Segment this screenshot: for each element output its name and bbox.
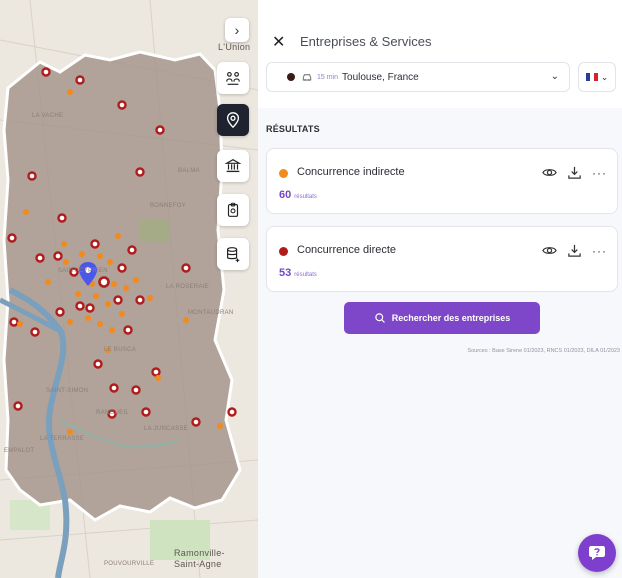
france-flag-icon — [585, 73, 598, 81]
result-card-direct[interactable]: Concurrence directe 53 résultats ··· — [266, 226, 618, 292]
map-label-la-terrasse: LA TERRASSE — [40, 436, 85, 442]
sources-note: Sources : Base Sirene 01/2023, RNCS 01/2… — [467, 348, 620, 354]
search-button-label: Rechercher des entreprises — [391, 313, 511, 323]
results-heading: RÉSULTATS — [266, 124, 320, 134]
eye-icon[interactable] — [542, 243, 557, 258]
database-add-icon — [227, 247, 240, 263]
map-label-bonnefoy: BONNEFOY — [150, 203, 187, 209]
eye-icon[interactable] — [542, 165, 557, 180]
search-companies-button[interactable]: Rechercher des entreprises — [344, 302, 540, 334]
location-city: Toulouse, France — [342, 71, 419, 83]
result-count: 53 résultats — [279, 267, 317, 279]
location-tool-button[interactable] — [217, 104, 249, 136]
map-label-pouvourville: POUVOURVILLE — [104, 561, 155, 567]
map-label-empalot: EMPALOT — [4, 448, 35, 454]
map-pin-icon — [226, 112, 240, 129]
result-actions: ··· — [542, 165, 607, 180]
clipboard-tool-button[interactable] — [217, 194, 249, 226]
map-label-lunion: L'Union — [218, 42, 251, 52]
car-icon — [302, 74, 312, 81]
map-label-la-roseraie: LA ROSERAIE — [166, 284, 209, 290]
travel-time: 15 min — [317, 73, 339, 81]
more-options-icon[interactable]: ··· — [592, 166, 607, 180]
collapse-map-button[interactable]: › — [225, 18, 249, 42]
result-title: Concurrence indirecte — [297, 166, 405, 178]
download-icon[interactable] — [567, 165, 582, 180]
chevron-down-icon: ⌄ — [550, 71, 559, 82]
result-actions: ··· — [542, 243, 607, 258]
chat-icon — [589, 546, 605, 560]
map-label-la-juncasse: LA JUNCASSE — [144, 426, 188, 432]
institution-tool-button[interactable] — [217, 150, 249, 182]
population-tool-button[interactable] — [217, 62, 249, 94]
database-tool-button[interactable] — [217, 238, 249, 270]
chevron-right-icon: › — [234, 22, 240, 38]
status-dot-orange — [279, 169, 288, 178]
map-label-rangueil: RANGUEIL — [96, 410, 130, 416]
chat-button[interactable] — [578, 534, 616, 572]
result-title: Concurrence directe — [297, 244, 397, 256]
app-root: LA VACHE BONNEFOY LA ROSERAIE MONTAUDRAN… — [0, 0, 622, 578]
panel-title: Entreprises & Services — [300, 34, 432, 49]
map-label-saint-simon: SAINT-SIMON — [46, 388, 89, 394]
location-color-dot — [287, 73, 295, 81]
side-panel: ✕ Entreprises & Services 15 min Toulouse… — [258, 0, 622, 578]
location-select[interactable]: 15 min Toulouse, France ⌄ — [266, 62, 570, 92]
panel-header: ✕ Entreprises & Services 15 min Toulouse… — [258, 0, 622, 108]
map-label-le-busca: LE BUSCA — [104, 347, 137, 353]
clipboard-icon — [227, 202, 239, 217]
people-icon — [226, 72, 240, 85]
map-label-la-vache: LA VACHE — [32, 113, 64, 119]
language-select[interactable]: ⌄ — [578, 62, 616, 92]
map-view[interactable]: LA VACHE BONNEFOY LA ROSERAIE MONTAUDRAN… — [0, 0, 258, 578]
map-label-montaudran: MONTAUDRAN — [188, 310, 234, 316]
result-count: 60 résultats — [279, 189, 317, 201]
result-card-indirect[interactable]: Concurrence indirecte 60 résultats ··· — [266, 148, 618, 214]
status-dot-red — [279, 247, 288, 256]
close-icon[interactable]: ✕ — [272, 32, 285, 52]
chevron-down-icon: ⌄ — [600, 71, 609, 82]
more-options-icon[interactable]: ··· — [592, 244, 607, 258]
map-label-ramonville: Ramonville- Saint-Agne — [174, 548, 225, 569]
map-label-balma: BALMA — [178, 168, 200, 174]
search-icon — [374, 313, 385, 323]
download-icon[interactable] — [567, 243, 582, 258]
bank-icon — [224, 159, 242, 173]
map-label-saint-cyprien: SAINT-CYPRIEN — [58, 268, 108, 274]
